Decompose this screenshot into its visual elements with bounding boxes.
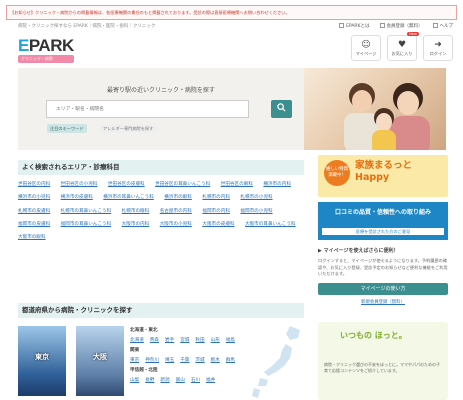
area-link[interactable]: 札幌市の耳鼻いんこう科	[61, 209, 112, 214]
area-link[interactable]: 大阪市の内科	[122, 222, 150, 227]
prefecture-link[interactable]: 山形	[211, 338, 220, 343]
area-link[interactable]: 世田谷区の耳鼻いんこう科	[155, 182, 210, 187]
top-links: EPARKとは 会員登録（無料） ヘルプ	[339, 23, 453, 29]
breadcrumb: 病院・クリニック探すなら EPARK｜病院・医院・歯科｜クリニック	[18, 24, 156, 29]
area-link[interactable]: 世田谷区の皮膚科	[108, 182, 145, 187]
heart-icon: ♥	[397, 39, 407, 50]
area-link[interactable]: 横浜市の眼科	[164, 195, 192, 200]
new-badge: New	[407, 32, 419, 36]
register-link[interactable]: 新規会員登録（無料）	[318, 299, 448, 305]
japan-map-icon[interactable]	[250, 324, 304, 400]
mypage-button[interactable]: ☺ マイページ	[351, 35, 381, 61]
area-link[interactable]: 福岡市の皮膚科	[18, 222, 50, 227]
help-icon	[432, 23, 438, 28]
region-prefectures: 東京 神奈川 埼玉 千葉 茨城 栃木 群馬	[130, 356, 241, 366]
area-link[interactable]: 横浜市の小児科	[18, 195, 50, 200]
allergy-pill[interactable]: アレルギー専門病院を探す	[100, 124, 157, 133]
campaign-badge: 嬉しい特典満載中！	[324, 160, 350, 186]
search-input[interactable]	[46, 100, 249, 118]
area-link[interactable]: 福岡市の耳鼻いんこう科	[61, 222, 112, 227]
family-photo	[304, 68, 446, 150]
info-icon	[339, 23, 345, 28]
login-button[interactable]: ➜ ログイン	[423, 35, 453, 61]
prefecture-panel: 東京 大阪 北海道・東北 北海道 青森 岩手 宮城 秋田 山形 福島 関東 東京 神奈川 埼玉 千葉 茨城…	[18, 322, 304, 400]
top-link-help[interactable]: ヘルプ	[432, 23, 453, 29]
area-link[interactable]: 横浜市の皮膚科	[61, 195, 93, 200]
hero-search: 最寄り駅の近いクリニック・病院を探す 注目のキーワード アレルギー専門病院を探す	[18, 68, 446, 150]
area-link[interactable]: 世田谷区の小児科	[61, 182, 98, 187]
notice-banner: 【お知らせ】クリニック・病院からの掲載情報は、各医療機関の責任のもと掲載されてお…	[6, 5, 457, 20]
prefecture-link[interactable]: 岩手	[165, 338, 174, 343]
prefecture-link[interactable]: 群馬	[226, 358, 235, 363]
family-illustration	[344, 83, 430, 150]
kuchikomi-banner[interactable]: 口コミの品質・信頼性への取り組み 医療を受診された方のご意見	[318, 202, 448, 240]
prefecture-link[interactable]: 神奈川	[145, 358, 159, 363]
area-link[interactable]: 横浜市の耳鼻いんこう科	[103, 195, 154, 200]
person-icon: ☺	[361, 39, 371, 50]
area-link[interactable]: 札幌市の内科	[202, 195, 230, 200]
prefecture-link[interactable]: 福井	[206, 378, 215, 383]
area-link[interactable]: 名古屋市の内科	[160, 209, 192, 214]
hotto-banner[interactable]: いつもの ほっと。 病院・クリニック選びの不安をほっとに。ママやパパのための子育…	[318, 322, 448, 400]
prefecture-link[interactable]: 千葉	[180, 358, 189, 363]
areas-section-title: よく検索されるエリア・診療科目	[18, 160, 304, 175]
search-icon	[277, 103, 286, 112]
prefecture-link[interactable]: 宮城	[180, 338, 189, 343]
logo-wordmark: EPARK	[18, 36, 74, 55]
prefecture-link[interactable]: 長野	[145, 378, 154, 383]
area-link[interactable]: 世田谷区の内科	[18, 182, 50, 187]
region-heading: 関東	[130, 348, 140, 353]
top-link-about[interactable]: EPARKとは	[339, 23, 370, 29]
city-card-tokyo[interactable]: 東京	[18, 326, 66, 396]
logo-subtitle: クリニック・病院	[18, 55, 74, 63]
top-link-register[interactable]: 会員登録（無料）	[379, 23, 423, 29]
prefecture-link[interactable]: 福島	[226, 338, 235, 343]
prefecture-link[interactable]: 栃木	[211, 358, 220, 363]
area-link[interactable]: 大阪市の耳鼻いんこう科	[245, 222, 296, 227]
area-link[interactable]: 世田谷区の眼科	[221, 182, 253, 187]
area-link[interactable]: 札幌市の眼科	[122, 209, 150, 214]
area-link[interactable]: 札幌市の皮膚科	[18, 209, 50, 214]
area-link[interactable]: 大阪市の眼科	[18, 235, 46, 240]
prefecture-link[interactable]: 東京	[130, 358, 139, 363]
happy-banner[interactable]: 嬉しい特典満載中！ 家族まるっとHappy	[318, 155, 448, 197]
area-link[interactable]: 横浜市の内科	[263, 182, 291, 187]
favorites-button[interactable]: New ♥ お気に入り	[387, 32, 419, 61]
prefecture-link[interactable]: 埼玉	[165, 358, 174, 363]
prefecture-link[interactable]: 石川	[191, 378, 200, 383]
mypage-promo-title: ▶ マイページを使えばさらに便利！	[318, 248, 399, 254]
header-icons: ☺ マイページ New ♥ お気に入り ➜ ログイン	[351, 32, 453, 61]
happy-banner-text: 家族まるっとHappy	[355, 160, 413, 183]
prefecture-link[interactable]: 山梨	[130, 378, 139, 383]
area-link[interactable]: 大阪市の小児科	[160, 222, 192, 227]
region-prefectures: 山梨 長野 新潟 富山 石川 福井	[130, 376, 241, 386]
mypage-promo-desc: ログインすると、マイページが使えるようになります。予約履歴の確認や、お気に入り登…	[318, 258, 448, 276]
region-prefectures: 北海道 青森 岩手 宮城 秋田 山形 福島	[130, 336, 241, 346]
area-link[interactable]: 福岡市の小児科	[240, 209, 272, 214]
region-heading: 甲信越・北陸	[130, 368, 158, 373]
prefecture-link[interactable]: 茨城	[195, 358, 204, 363]
city-card-osaka[interactable]: 大阪	[76, 326, 124, 396]
area-link[interactable]: 大阪市の皮膚科	[202, 222, 234, 227]
prefecture-list: 北海道・東北 北海道 青森 岩手 宮城 秋田 山形 福島関東東京 神奈川 埼玉 千葉 茨城 栃木 群馬甲信…	[130, 326, 241, 386]
area-link[interactable]: 札幌市の小児科	[240, 195, 272, 200]
region-heading: 北海道・東北	[130, 328, 158, 333]
area-link[interactable]: 福岡市の内科	[202, 209, 230, 214]
user-icon	[379, 23, 385, 28]
mypage-promo: ▶ マイページを使えばさらに便利！ ログインすると、マイページが使えるようになり…	[318, 247, 448, 317]
search-button[interactable]	[271, 100, 292, 118]
prefecture-link[interactable]: 新潟	[160, 378, 169, 383]
prefecture-link[interactable]: 秋田	[195, 338, 204, 343]
prefecture-link[interactable]: 青森	[150, 338, 159, 343]
login-icon: ➜	[434, 39, 442, 50]
area-links: 世田谷区の内科 世田谷区の小児科 世田谷区の皮膚科 世田谷区の耳鼻いんこう科 世…	[18, 178, 308, 244]
hero-title: 最寄り駅の近いクリニック・病院を探す	[107, 87, 215, 94]
keyword-pill[interactable]: 注目のキーワード	[47, 124, 87, 133]
prefecture-link[interactable]: 北海道	[130, 338, 144, 343]
prefecture-section-title: 都道府県から病院・クリニックを探す	[18, 303, 304, 318]
site-logo[interactable]: EPARK クリニック・病院	[18, 37, 74, 63]
prefecture-link[interactable]: 富山	[176, 378, 185, 383]
mypage-guide-button[interactable]: マイページの使い方	[318, 282, 448, 295]
